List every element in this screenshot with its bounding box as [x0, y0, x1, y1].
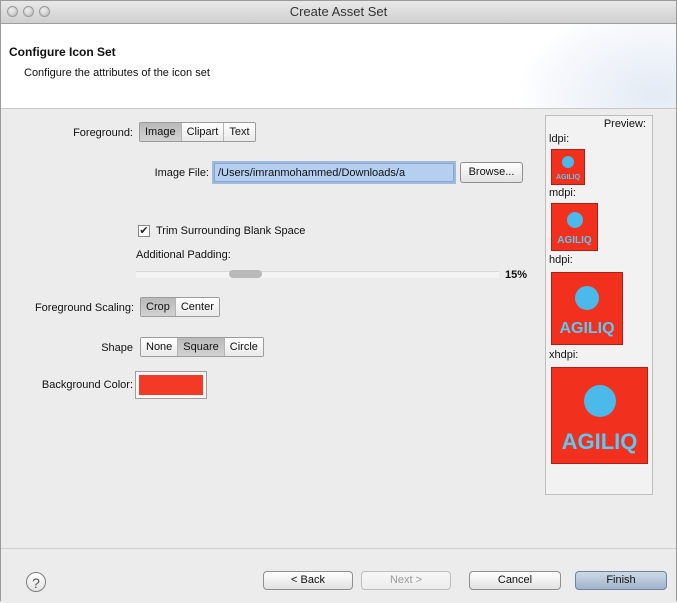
preview-icon-text-hdpi: AGILIQ: [559, 320, 615, 338]
scaling-label: Foreground Scaling:: [34, 302, 134, 314]
preview-icon-text-ldpi: AGILIQ: [555, 174, 581, 182]
preview-label-ldpi: ldpi:: [549, 133, 570, 145]
wizard-banner: Configure Icon Set Configure the attribu…: [1, 24, 676, 109]
robot-icon: [575, 285, 599, 310]
shape-selector: None Square Circle: [140, 337, 264, 357]
preview-panel: Preview: ldpi: AGILIQ mdpi: AGILIQ hdpi:…: [545, 115, 653, 495]
shape-option-square[interactable]: Square: [178, 338, 225, 356]
image-file-input[interactable]: [215, 164, 453, 181]
preview-icon-hdpi: AGILIQ: [551, 272, 623, 345]
browse-button[interactable]: Browse...: [460, 162, 523, 183]
shape-label: Shape: [101, 342, 133, 354]
preview-icon-ldpi: AGILIQ: [551, 149, 585, 185]
padding-slider-track[interactable]: [136, 271, 499, 278]
background-color-label: Background Color:: [41, 379, 133, 391]
background-color-swatch: [139, 375, 203, 395]
preview-icon-text-xhdpi: AGILIQ: [561, 429, 638, 455]
preview-icon-mdpi: AGILIQ: [551, 203, 598, 251]
next-button[interactable]: Next >: [361, 571, 451, 590]
back-button[interactable]: < Back: [263, 571, 353, 590]
banner-graphic: [516, 24, 676, 108]
trim-label: Trim Surrounding Blank Space: [156, 225, 306, 237]
image-file-label: Image File:: [154, 167, 209, 179]
shape-option-circle[interactable]: Circle: [224, 338, 263, 356]
scaling-option-center[interactable]: Center: [175, 298, 219, 316]
padding-slider-thumb[interactable]: [229, 270, 262, 278]
finish-button[interactable]: Finish: [575, 571, 667, 590]
robot-icon: [583, 385, 616, 418]
image-file-field[interactable]: [214, 163, 454, 182]
robot-icon: [566, 212, 583, 229]
padding-label: Additional Padding:: [136, 249, 231, 261]
padding-value: 15%: [504, 269, 527, 281]
foreground-option-text[interactable]: Text: [224, 123, 255, 141]
foreground-option-image[interactable]: Image: [140, 123, 182, 141]
cancel-button[interactable]: Cancel: [469, 571, 561, 590]
scaling-selector: Crop Center: [140, 297, 220, 317]
shape-option-none[interactable]: None: [141, 338, 179, 356]
foreground-selector: Image Clipart Text: [139, 122, 256, 142]
foreground-option-clipart[interactable]: Clipart: [181, 123, 225, 141]
page-title: Configure Icon Set: [9, 45, 116, 59]
wizard-footer: ? < Back Next > Cancel Finish: [1, 548, 676, 603]
create-asset-set-dialog: Create Asset Set Configure Icon Set Conf…: [0, 0, 677, 603]
background-color-button[interactable]: [135, 371, 207, 399]
window-title: Create Asset Set: [289, 4, 388, 19]
preview-icon-text-mdpi: AGILIQ: [557, 235, 592, 247]
scaling-option-crop[interactable]: Crop: [141, 298, 176, 316]
page-description: Configure the attributes of the icon set: [24, 67, 210, 79]
preview-label-hdpi: hdpi:: [549, 254, 573, 266]
preview-icon-xhdpi: AGILIQ: [551, 367, 648, 464]
trim-checkbox[interactable]: ✔: [138, 225, 150, 237]
preview-label-xhdpi: xhdpi:: [549, 349, 579, 361]
help-icon[interactable]: ?: [26, 572, 46, 592]
robot-icon: [562, 156, 574, 169]
title-bar: Create Asset Set: [1, 1, 676, 24]
preview-title: Preview:: [603, 118, 646, 130]
preview-label-mdpi: mdpi:: [549, 187, 576, 199]
foreground-label: Foreground:: [73, 127, 133, 139]
